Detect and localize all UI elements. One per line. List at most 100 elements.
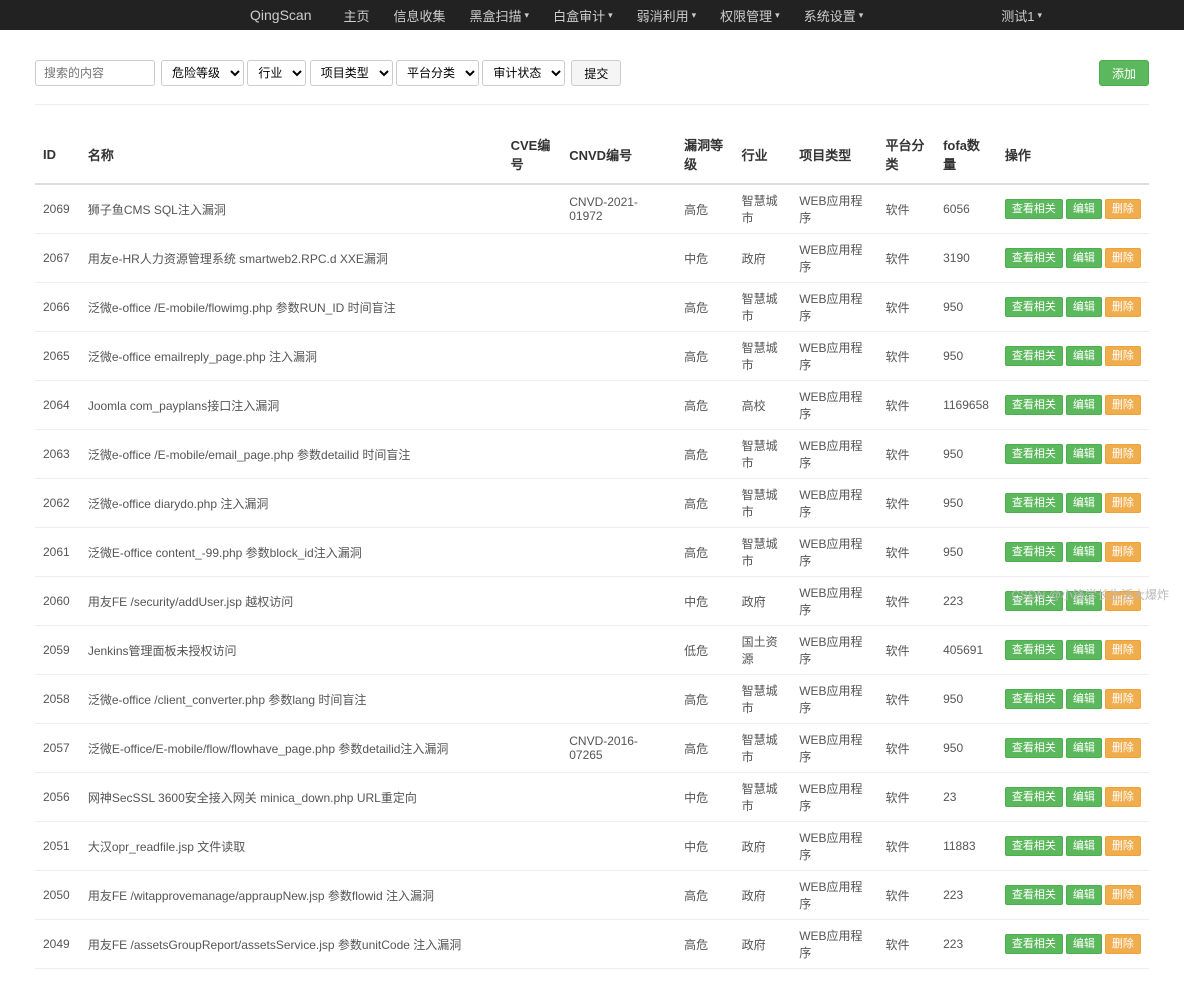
table-cell [561,430,676,479]
edit-button[interactable]: 编辑 [1066,836,1102,856]
table-cell: WEB应用程序 [791,577,877,626]
view-button[interactable]: 查看相关 [1005,395,1063,415]
edit-button[interactable]: 编辑 [1066,934,1102,954]
edit-button[interactable]: 编辑 [1066,248,1102,268]
table-cell: 智慧城市 [734,675,792,724]
filter-select[interactable]: 审计状态 [482,60,565,86]
table-cell: 2058 [35,675,80,724]
search-input[interactable] [35,60,155,86]
table-cell [503,871,562,920]
table-cell: WEB应用程序 [791,773,877,822]
view-button[interactable]: 查看相关 [1005,199,1063,219]
view-button[interactable]: 查看相关 [1005,689,1063,709]
delete-button[interactable]: 删除 [1105,199,1141,219]
delete-button[interactable]: 删除 [1105,444,1141,464]
delete-button[interactable]: 删除 [1105,836,1141,856]
edit-button[interactable]: 编辑 [1066,640,1102,660]
delete-button[interactable]: 删除 [1105,885,1141,905]
table-cell: 用友FE /assetsGroupReport/assetsService.js… [80,920,503,969]
nav-item[interactable]: 系统设置▾ [792,6,876,25]
delete-button[interactable]: 删除 [1105,787,1141,807]
table-cell [561,871,676,920]
view-button[interactable]: 查看相关 [1005,444,1063,464]
table-cell: Joomla com_payplans接口注入漏洞 [80,381,503,430]
delete-button[interactable]: 删除 [1105,395,1141,415]
delete-button[interactable]: 删除 [1105,689,1141,709]
delete-button[interactable]: 删除 [1105,297,1141,317]
edit-button[interactable]: 编辑 [1066,444,1102,464]
table-header: 操作 [997,125,1149,184]
table-cell [561,773,676,822]
edit-button[interactable]: 编辑 [1066,297,1102,317]
delete-button[interactable]: 删除 [1105,493,1141,513]
delete-button[interactable]: 删除 [1105,640,1141,660]
caret-icon: ▾ [608,10,613,21]
edit-button[interactable]: 编辑 [1066,493,1102,513]
actions-cell: 查看相关编辑删除 [997,184,1149,234]
actions-cell: 查看相关编辑删除 [997,871,1149,920]
nav-item[interactable]: 白盒审计▾ [541,6,625,25]
view-button[interactable]: 查看相关 [1005,248,1063,268]
table-cell: WEB应用程序 [791,675,877,724]
filter-select[interactable]: 平台分类 [396,60,479,86]
table-cell: 405691 [935,626,997,675]
delete-button[interactable]: 删除 [1105,248,1141,268]
view-button[interactable]: 查看相关 [1005,493,1063,513]
edit-button[interactable]: 编辑 [1066,738,1102,758]
nav-item[interactable]: 主页 [331,6,381,25]
actions-cell: 查看相关编辑删除 [997,430,1149,479]
edit-button[interactable]: 编辑 [1066,542,1102,562]
table-cell: 高危 [676,332,734,381]
edit-button[interactable]: 编辑 [1066,885,1102,905]
nav-item[interactable]: 权限管理▾ [708,6,792,25]
caret-icon: ▾ [1037,10,1042,21]
view-button[interactable]: 查看相关 [1005,836,1063,856]
table-cell: 智慧城市 [734,724,792,773]
table-cell: 2049 [35,920,80,969]
nav-item[interactable]: 信息收集 [382,6,458,25]
delete-button[interactable]: 删除 [1105,346,1141,366]
view-button[interactable]: 查看相关 [1005,640,1063,660]
edit-button[interactable]: 编辑 [1066,689,1102,709]
edit-button[interactable]: 编辑 [1066,346,1102,366]
caret-icon: ▾ [859,10,864,21]
filter-select[interactable]: 危险等级 [161,60,244,86]
delete-button[interactable]: 删除 [1105,542,1141,562]
nav-user[interactable]: 测试1▾ [989,6,1054,25]
view-button[interactable]: 查看相关 [1005,738,1063,758]
table-body: 2069狮子鱼CMS SQL注入漏洞CNVD-2021-01972高危智慧城市W… [35,184,1149,969]
table-cell [561,626,676,675]
table-header: CVE编号 [503,125,562,184]
table-row: 2059Jenkins管理面板未授权访问低危国土资源WEB应用程序软件40569… [35,626,1149,675]
top-navbar: QingScan 主页信息收集黑盒扫描▾白盒审计▾弱消利用▾权限管理▾系统设置▾… [0,0,1184,30]
edit-button[interactable]: 编辑 [1066,787,1102,807]
table-cell: 智慧城市 [734,332,792,381]
delete-button[interactable]: 删除 [1105,934,1141,954]
edit-button[interactable]: 编辑 [1066,199,1102,219]
filter-select[interactable]: 行业 [247,60,306,86]
nav-item[interactable]: 弱消利用▾ [625,6,709,25]
submit-button[interactable]: 提交 [571,60,621,86]
table-cell [561,332,676,381]
filter-select[interactable]: 项目类型 [310,60,393,86]
view-button[interactable]: 查看相关 [1005,934,1063,954]
table-cell: WEB应用程序 [791,234,877,283]
nav-item[interactable]: 黑盒扫描▾ [458,6,542,25]
table-cell: 高危 [676,479,734,528]
add-button[interactable]: 添加 [1099,60,1149,86]
brand[interactable]: QingScan [250,7,311,23]
table-cell: 223 [935,871,997,920]
table-row: 2069狮子鱼CMS SQL注入漏洞CNVD-2021-01972高危智慧城市W… [35,184,1149,234]
table-cell: 用友e-HR人力资源管理系统 smartweb2.RPC.d XXE漏洞 [80,234,503,283]
view-button[interactable]: 查看相关 [1005,346,1063,366]
table-header-row: ID名称CVE编号CNVD编号漏洞等级行业项目类型平台分类fofa数量操作 [35,125,1149,184]
delete-button[interactable]: 删除 [1105,738,1141,758]
view-button[interactable]: 查看相关 [1005,542,1063,562]
view-button[interactable]: 查看相关 [1005,297,1063,317]
table-cell: 高危 [676,920,734,969]
table-row: 2066泛微e-office /E-mobile/flowimg.php 参数R… [35,283,1149,332]
view-button[interactable]: 查看相关 [1005,787,1063,807]
edit-button[interactable]: 编辑 [1066,395,1102,415]
view-button[interactable]: 查看相关 [1005,885,1063,905]
filter-selects: 危险等级 行业 项目类型 平台分类 审计状态 [161,60,565,86]
